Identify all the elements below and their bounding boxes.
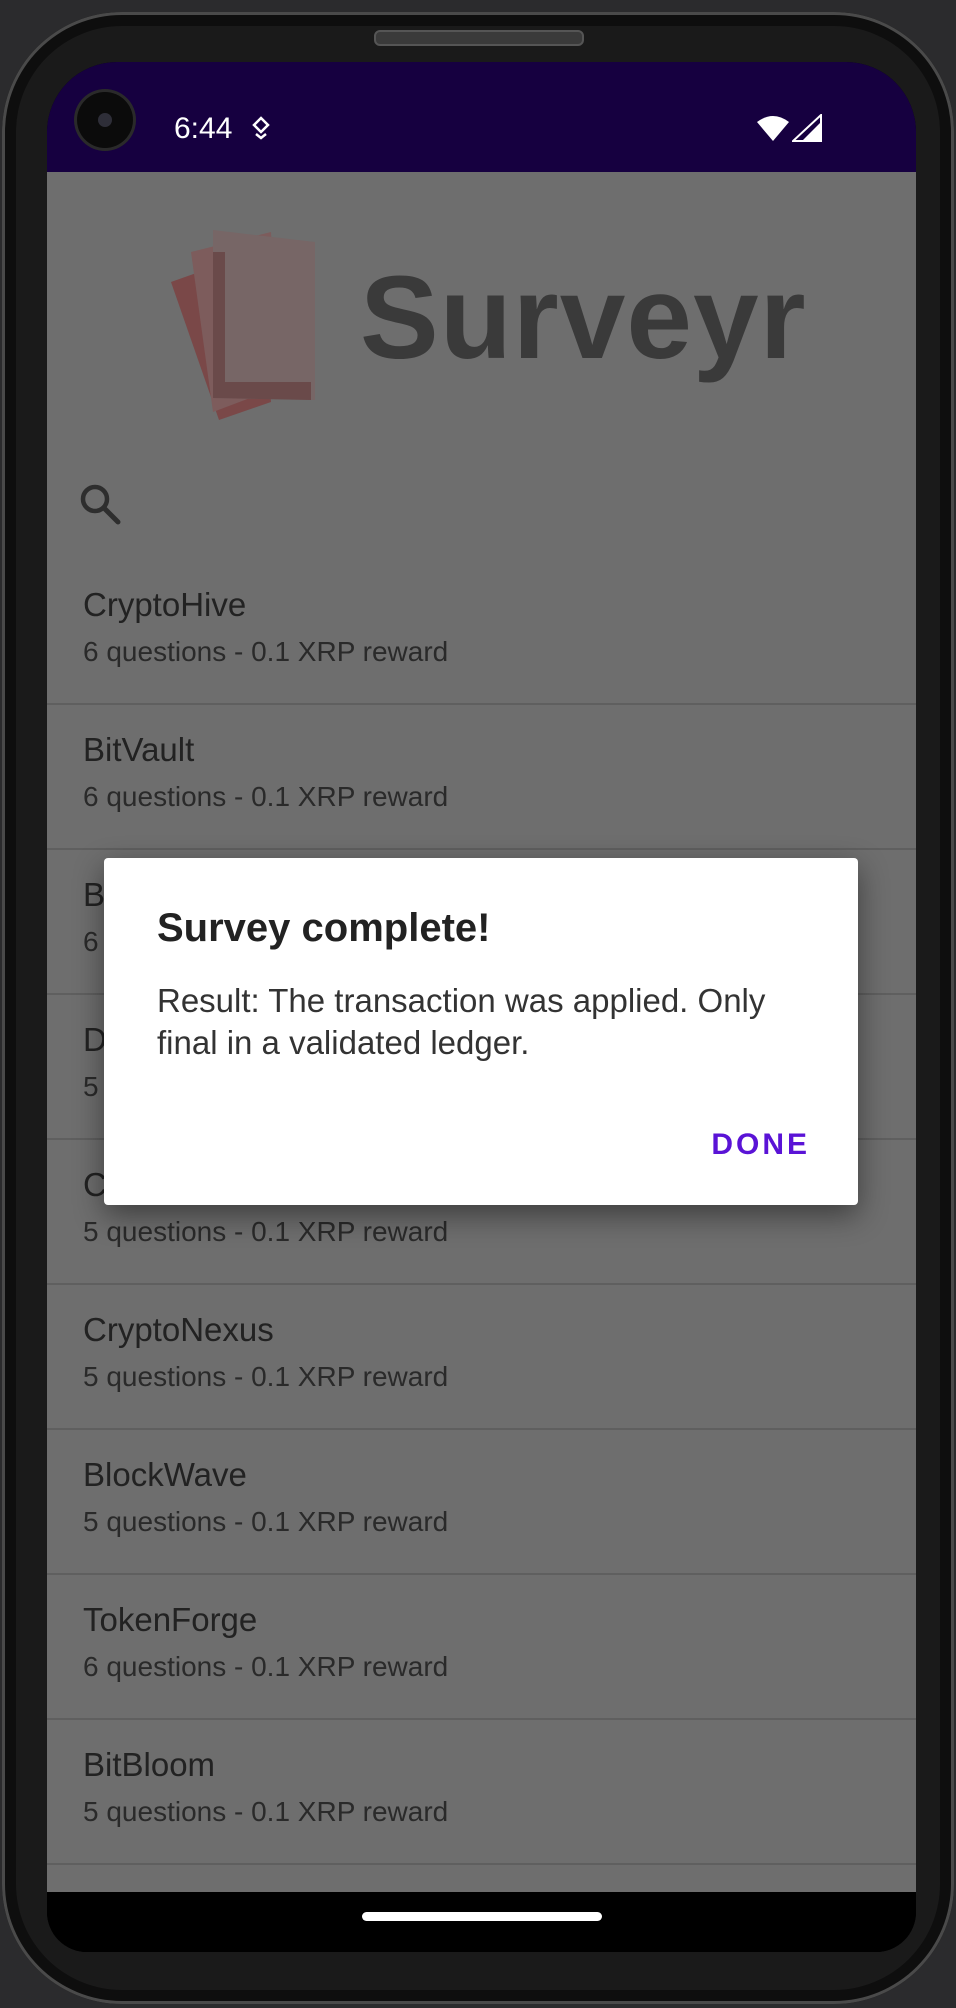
- survey-meta: 6 questions - 0.1 XRP reward: [83, 636, 449, 667]
- survey-meta: 6 questions - 0.1 XRP reward: [83, 781, 449, 812]
- survey-meta: 5: [83, 1071, 99, 1102]
- survey-complete-dialog: Survey complete! Result: The transaction…: [104, 858, 858, 1205]
- survey-name: B: [83, 876, 106, 913]
- status-time: 6:44: [174, 112, 233, 145]
- survey-name: BlockWave: [83, 1456, 247, 1493]
- speaker-grille: [374, 30, 584, 46]
- list-item[interactable]: BlockWave 5 questions - 0.1 XRP reward: [47, 1430, 916, 1575]
- list-item[interactable]: BitVault 6 questions - 0.1 XRP reward: [47, 705, 916, 850]
- front-camera: [77, 92, 133, 148]
- list-item[interactable]: CryptoHive 6 questions - 0.1 XRP reward: [47, 560, 916, 705]
- status-bar: 6:44: [47, 62, 916, 172]
- gesture-nav-bar: [47, 1892, 916, 1952]
- app-logo-text: Surveyr: [360, 252, 807, 384]
- survey-name: TokenForge: [83, 1601, 258, 1638]
- survey-meta: 5 questions - 0.1 XRP reward: [83, 1796, 449, 1827]
- done-button[interactable]: DONE: [711, 1128, 810, 1162]
- survey-name: CryptoHive: [83, 586, 247, 623]
- signal-icon: [792, 114, 822, 142]
- home-handle[interactable]: [362, 1912, 602, 1921]
- survey-meta: 5 questions - 0.1 XRP reward: [83, 1506, 449, 1537]
- data-saver-icon: [252, 116, 270, 140]
- survey-meta: 6 questions - 0.1 XRP reward: [83, 1651, 449, 1682]
- survey-meta: 6: [83, 926, 99, 957]
- survey-meta: 5 questions - 0.1 XRP reward: [83, 1216, 449, 1247]
- survey-name: CryptoNexus: [83, 1311, 274, 1348]
- survey-name: BitVault: [83, 731, 195, 768]
- list-item[interactable]: CryptoNexus 5 questions - 0.1 XRP reward: [47, 1285, 916, 1430]
- surveyr-logo-icon: [171, 230, 315, 420]
- dialog-title: Survey complete!: [157, 906, 491, 950]
- dialog-message: Result: The transaction was applied. Onl…: [157, 982, 766, 1061]
- survey-name: BitBloom: [83, 1746, 216, 1783]
- search-icon[interactable]: [78, 482, 122, 526]
- list-item[interactable]: TokenForge 6 questions - 0.1 XRP reward: [47, 1575, 916, 1720]
- survey-meta: 5 questions - 0.1 XRP reward: [83, 1361, 449, 1392]
- list-item[interactable]: BitBloom 5 questions - 0.1 XRP reward: [47, 1720, 916, 1865]
- wifi-icon: [757, 116, 789, 141]
- survey-list: CryptoHive 6 questions - 0.1 XRP reward …: [47, 560, 916, 1865]
